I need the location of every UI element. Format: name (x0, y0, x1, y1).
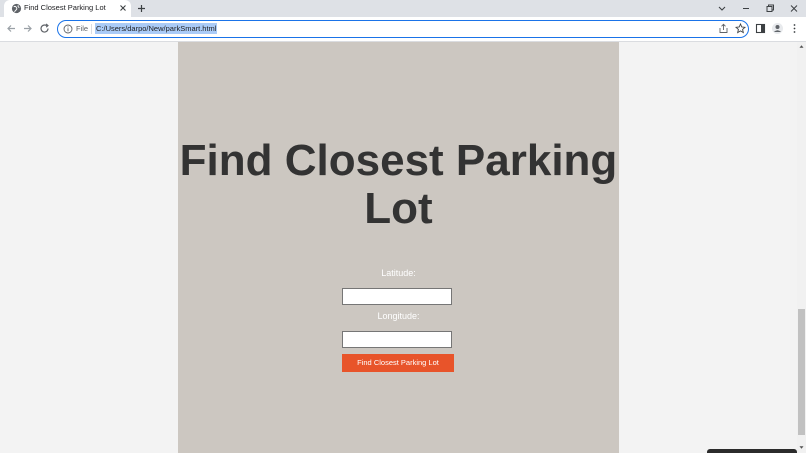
window-close-icon[interactable] (787, 2, 801, 15)
browser-toolbar: File C:/Users/darpo/New/parkSmart.html (0, 17, 806, 42)
latitude-input[interactable] (342, 288, 452, 305)
bookmark-star-icon[interactable] (735, 23, 746, 34)
more-menu-icon[interactable] (788, 22, 801, 35)
page-title: Find Closest Parking Lot (179, 136, 618, 233)
page-viewport: Find Closest Parking Lot Latitude: Longi… (0, 42, 797, 453)
share-icon[interactable] (718, 23, 729, 34)
address-bar[interactable]: File C:/Users/darpo/New/parkSmart.html (57, 20, 749, 38)
reload-icon[interactable] (38, 22, 51, 35)
find-parking-lot-button[interactable]: Find Closest Parking Lot (342, 354, 454, 372)
back-arrow-icon[interactable] (5, 22, 18, 35)
browser-window: Find Closest Parking Lot File C:/Users/d… (0, 0, 806, 453)
tab-search-chevron-icon[interactable] (715, 2, 729, 15)
file-scheme-label: File (76, 24, 89, 33)
latitude-label: Latitude: (381, 268, 416, 278)
profile-avatar-icon[interactable] (771, 22, 784, 35)
new-tab-plus-icon[interactable] (135, 2, 148, 15)
url-text[interactable]: C:/Users/darpo/New/parkSmart.html (95, 23, 218, 34)
side-panel-icon[interactable] (754, 22, 767, 35)
taskbar-popup-edge (707, 449, 797, 453)
tab-active[interactable]: Find Closest Parking Lot (4, 0, 131, 17)
scrollbar-thumb[interactable] (798, 309, 805, 435)
tab-title: Find Closest Parking Lot (24, 3, 106, 12)
forward-arrow-icon[interactable] (21, 22, 34, 35)
longitude-label: Longitude: (377, 311, 420, 321)
parking-form-card: Find Closest Parking Lot Latitude: Longi… (178, 42, 619, 453)
longitude-input[interactable] (342, 331, 452, 348)
globe-icon (11, 3, 22, 14)
restore-icon[interactable] (763, 2, 777, 15)
scroll-down-arrow-icon[interactable] (799, 445, 804, 450)
minimize-icon[interactable] (739, 2, 753, 15)
omnibox-divider (91, 24, 92, 34)
vertical-scrollbar[interactable] (797, 42, 806, 453)
close-icon[interactable] (118, 3, 128, 13)
scroll-up-arrow-icon[interactable] (799, 44, 804, 49)
tab-strip: Find Closest Parking Lot (0, 0, 806, 17)
info-icon[interactable] (63, 24, 73, 34)
